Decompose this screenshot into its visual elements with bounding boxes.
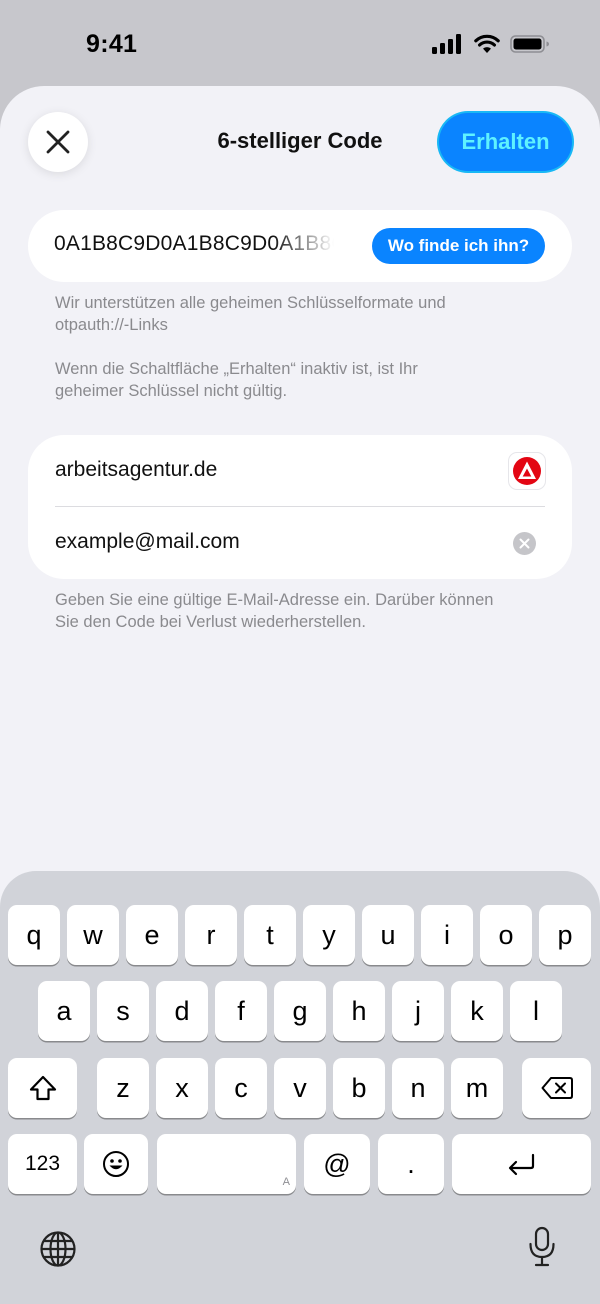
battery-icon — [510, 35, 549, 53]
key-s[interactable]: s — [97, 981, 149, 1041]
space-key-corner-label: A — [282, 1176, 290, 1188]
email-hint-line1: Geben Sie eine gültige E-Mail-Adresse ei… — [55, 591, 494, 609]
formats-hint-line2: otpauth://-Links — [55, 316, 168, 334]
secret-key-input[interactable]: 0A1B8C9D0A1B8C9D0A1B8C9D — [54, 232, 334, 262]
clear-icon — [519, 538, 530, 549]
globe-button[interactable] — [37, 1228, 79, 1270]
globe-icon — [40, 1231, 76, 1267]
key-y[interactable]: y — [303, 905, 355, 965]
emoji-icon — [103, 1151, 129, 1177]
microphone-icon — [529, 1226, 555, 1267]
email-field[interactable]: example@mail.com — [55, 530, 240, 554]
wifi-icon — [474, 34, 500, 53]
email-row: example@mail.com — [28, 507, 572, 579]
key-u[interactable]: u — [362, 905, 414, 965]
page-title: 6-stelliger Code — [217, 128, 383, 153]
site-logo-icon — [508, 452, 546, 490]
inactive-hint: Wenn die Schaltfläche „Erhalten“ inaktiv… — [55, 358, 535, 402]
shift-icon — [29, 1075, 56, 1101]
get-code-button[interactable]: Erhalten — [439, 113, 572, 171]
microphone-button[interactable] — [522, 1224, 562, 1270]
close-button[interactable] — [28, 112, 88, 172]
key-r[interactable]: r — [185, 905, 237, 965]
numbers-key[interactable]: 123 — [8, 1134, 77, 1194]
status-bar: 9:41 — [0, 0, 600, 86]
key-h[interactable]: h — [333, 981, 385, 1041]
clear-email-button[interactable] — [513, 532, 536, 555]
close-icon — [46, 130, 70, 154]
return-key[interactable] — [452, 1134, 591, 1194]
inactive-hint-line2: geheimer Schlüssel nicht gültig. — [55, 382, 288, 400]
key-k[interactable]: k — [451, 981, 503, 1041]
delete-key[interactable] — [522, 1058, 591, 1118]
key-n[interactable]: n — [392, 1058, 444, 1118]
formats-hint: Wir unterstützen alle geheimen Schlüssel… — [55, 292, 535, 336]
return-icon — [508, 1153, 534, 1176]
key-q[interactable]: q — [8, 905, 60, 965]
where-to-find-button[interactable]: Wo finde ich ihn? — [372, 228, 545, 264]
key-b[interactable]: b — [333, 1058, 385, 1118]
space-key[interactable]: A — [157, 1134, 296, 1194]
status-icons — [432, 34, 550, 54]
key-o[interactable]: o — [480, 905, 532, 965]
key-f[interactable]: f — [215, 981, 267, 1041]
key-c[interactable]: c — [215, 1058, 267, 1118]
key-m[interactable]: m — [451, 1058, 503, 1118]
key-i[interactable]: i — [421, 905, 473, 965]
status-time: 9:41 — [86, 30, 138, 58]
account-form-card: arbeitsagentur.de example@mail.com — [28, 435, 572, 579]
key-e[interactable]: e — [126, 905, 178, 965]
site-row: arbeitsagentur.de — [28, 435, 572, 507]
key-l[interactable]: l — [510, 981, 562, 1041]
delete-icon — [541, 1077, 573, 1099]
inactive-hint-line1: Wenn die Schaltfläche „Erhalten“ inaktiv… — [55, 360, 418, 378]
key-w[interactable]: w — [67, 905, 119, 965]
key-d[interactable]: d — [156, 981, 208, 1041]
key-z[interactable]: z — [97, 1058, 149, 1118]
key-a[interactable]: a — [38, 981, 90, 1041]
secret-key-card: 0A1B8C9D0A1B8C9D0A1B8C9D Wo finde ich ih… — [28, 210, 572, 282]
keyboard: q w e r t y u i o p a s d f g h j k l z … — [0, 871, 600, 1304]
dot-key[interactable]: . — [378, 1134, 444, 1194]
at-key[interactable]: @ — [304, 1134, 370, 1194]
key-x[interactable]: x — [156, 1058, 208, 1118]
formats-hint-line1: Wir unterstützen alle geheimen Schlüssel… — [55, 294, 446, 312]
signal-icon — [432, 34, 461, 54]
shift-key[interactable] — [8, 1058, 77, 1118]
site-field[interactable]: arbeitsagentur.de — [55, 458, 217, 482]
email-hint-line2: Sie den Code bei Verlust wiederherstelle… — [55, 613, 366, 631]
key-p[interactable]: p — [539, 905, 591, 965]
key-g[interactable]: g — [274, 981, 326, 1041]
key-t[interactable]: t — [244, 905, 296, 965]
email-hint: Geben Sie eine gültige E-Mail-Adresse ei… — [55, 589, 535, 633]
emoji-key[interactable] — [84, 1134, 148, 1194]
key-j[interactable]: j — [392, 981, 444, 1041]
key-v[interactable]: v — [274, 1058, 326, 1118]
